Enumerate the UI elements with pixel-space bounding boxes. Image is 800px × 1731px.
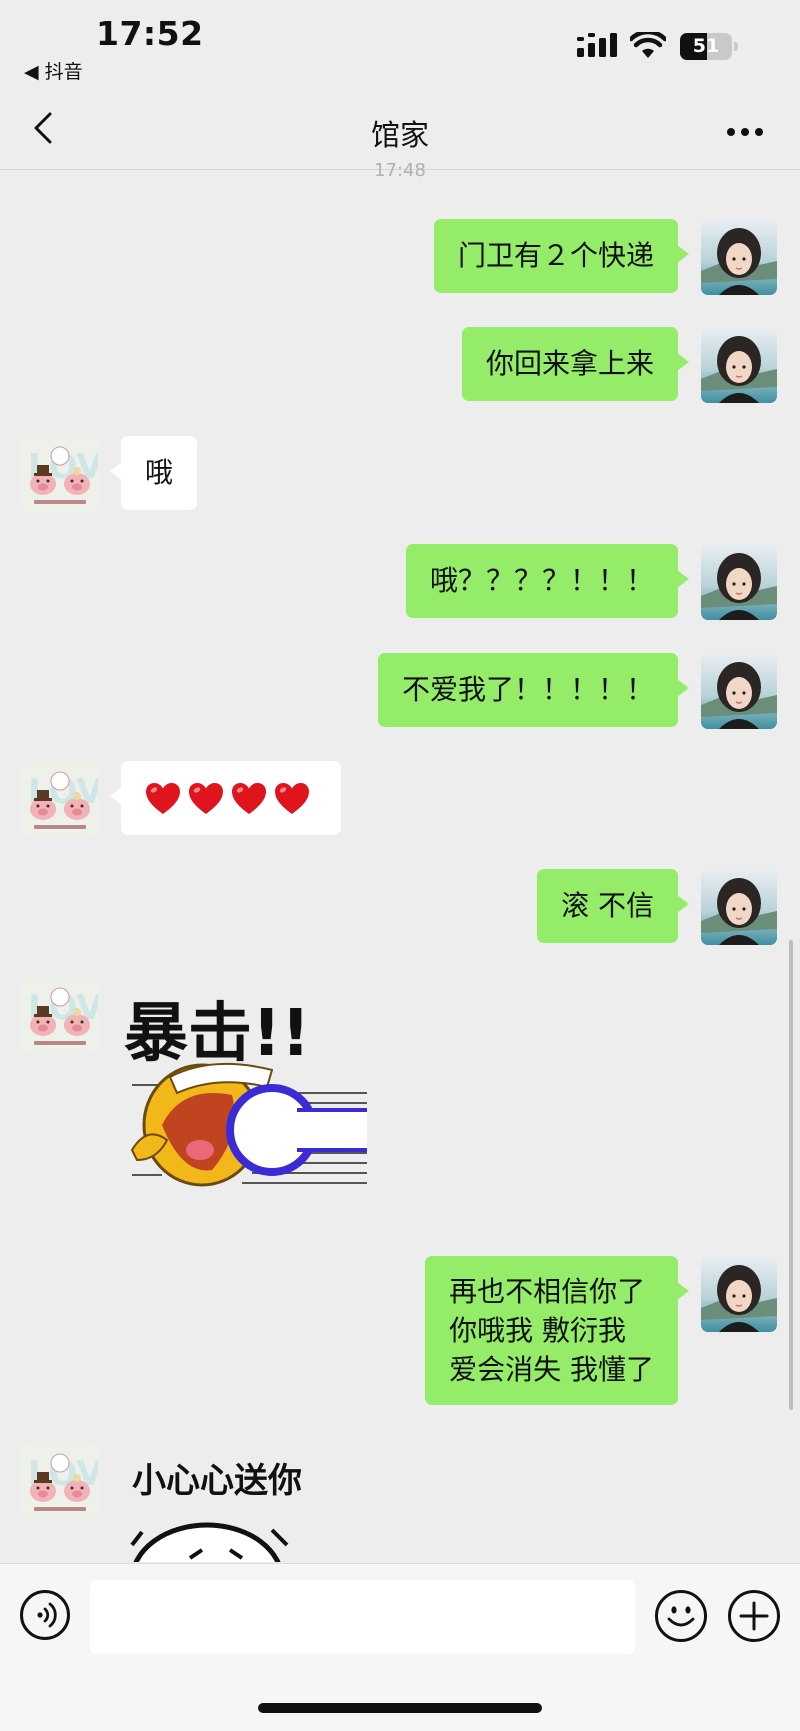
smiley-icon (667, 1606, 695, 1627)
my-avatar[interactable] (701, 653, 777, 729)
message-bubble-sent[interactable]: 滚 不信 (537, 869, 689, 943)
message-input[interactable] (90, 1580, 635, 1654)
sticker-xiaoxinxin[interactable]: 小心心送你 (122, 1450, 362, 1562)
contact-avatar[interactable] (22, 761, 98, 837)
heart-icon (274, 782, 310, 816)
message-line: 再也不相信你了 (449, 1275, 646, 1308)
more-actions-button[interactable] (728, 1590, 780, 1642)
chat-header: 馆家 (0, 90, 800, 170)
message-bubble-sent[interactable]: 你回来拿上来 (461, 327, 690, 401)
message-bubble-received-hearts[interactable] (110, 761, 341, 835)
sticker-baoji[interactable]: 暴击!! (122, 975, 372, 1225)
chat-title: 馆家 (370, 118, 429, 152)
my-avatar[interactable] (701, 1256, 777, 1332)
message-line: 你哦我 敷衍我 (449, 1314, 626, 1347)
battery-level: 51 (692, 35, 720, 57)
wifi-icon (630, 32, 666, 58)
my-avatar[interactable] (701, 544, 777, 620)
message-bubble-received[interactable]: 哦 (109, 436, 198, 510)
voice-icon (37, 1602, 57, 1628)
my-avatar[interactable] (701, 869, 777, 945)
more-options-icon[interactable] (727, 128, 767, 138)
plus-icon (739, 1601, 769, 1631)
my-avatar[interactable] (701, 219, 777, 295)
heart-icon (145, 782, 181, 816)
contact-avatar[interactable] (22, 436, 98, 512)
emoji-button[interactable] (655, 1590, 707, 1642)
sticker-baoji-text: 暴击!! (124, 997, 310, 1071)
back-to-app-link[interactable]: ◀ 抖音 (24, 57, 83, 84)
input-bar (0, 1563, 800, 1731)
message-bubble-sent[interactable]: 门卫有２个快递 (433, 219, 690, 293)
sticker-image: 小心心送你 (130, 1461, 302, 1562)
sticker-xin-text: 小心心送你 (132, 1461, 302, 1501)
contact-avatar[interactable] (22, 1443, 98, 1519)
heart-icon (188, 782, 224, 816)
message-bubble-sent[interactable]: 不爱我了！！！！！ (377, 653, 690, 727)
message-line: 爱会消失 我懂了 (449, 1353, 654, 1386)
voice-input-button[interactable] (20, 1590, 70, 1640)
chat-timestamp: 17:48 (374, 160, 426, 181)
my-avatar[interactable] (701, 327, 777, 403)
message-bubble-sent[interactable]: 哦？？？？！！！ (405, 544, 690, 618)
sticker-image: 暴击!! (124, 997, 367, 1187)
status-time: 17:52 (96, 14, 204, 53)
hearts-emoji-group (145, 781, 317, 814)
battery-icon: 51 (680, 33, 738, 60)
heart-icon (231, 782, 267, 816)
message-bubble-sent-multiline[interactable]: 再也不相信你了 你哦我 敷衍我 爱会消失 我懂了 (425, 1256, 689, 1405)
chat-scrollbar[interactable] (789, 940, 793, 1410)
cellular-signal-icon (577, 33, 617, 57)
home-indicator[interactable] (258, 1703, 542, 1713)
contact-avatar[interactable] (22, 977, 98, 1053)
status-bar: 17:52 ◀ 抖音 51 (0, 0, 800, 90)
